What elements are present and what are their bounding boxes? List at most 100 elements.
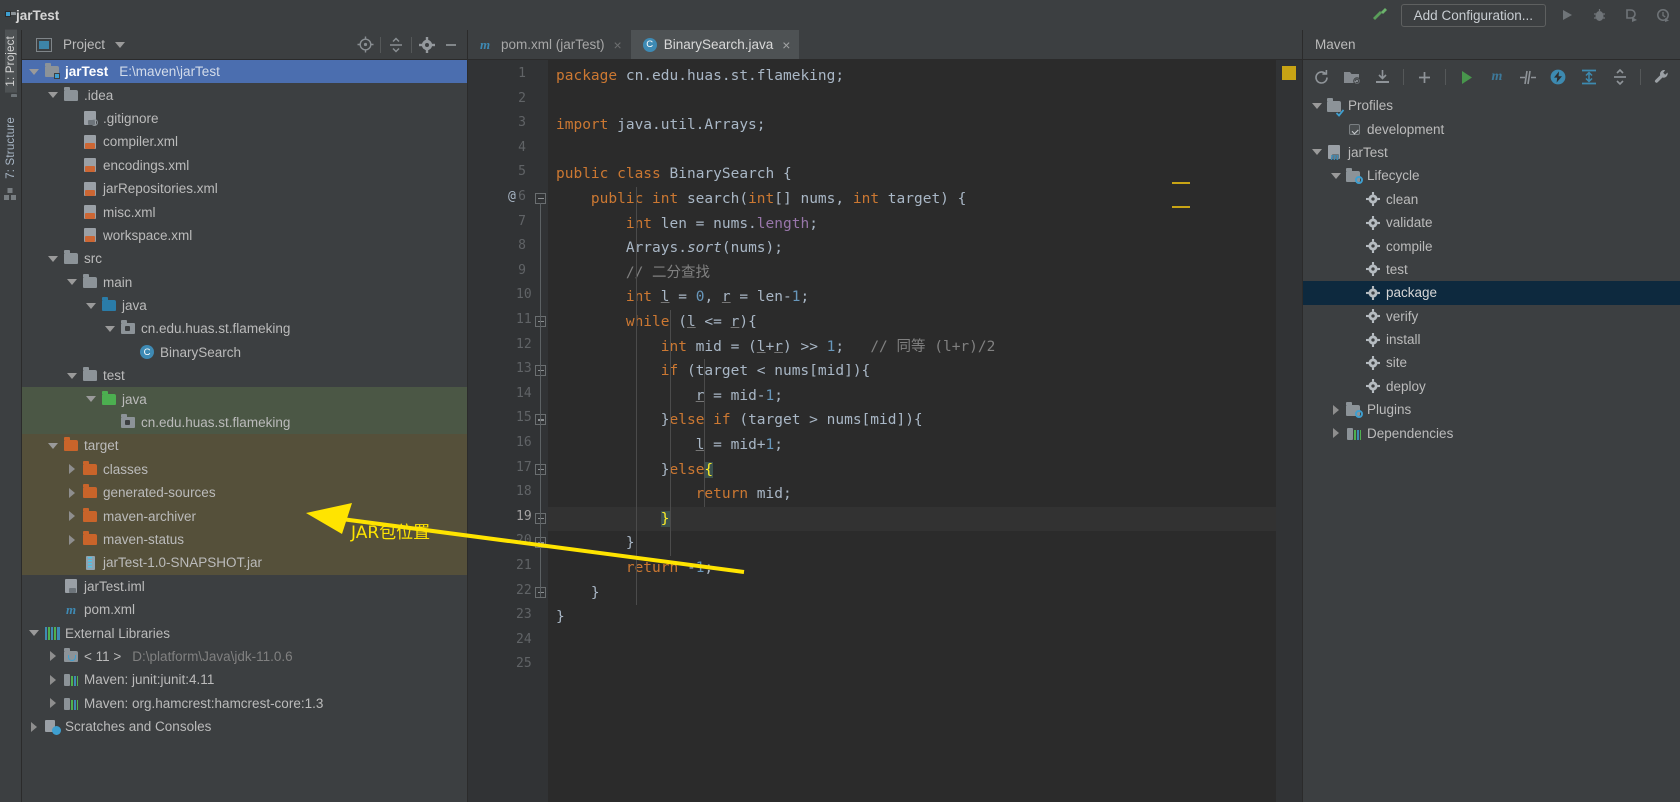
chevron-right-icon[interactable] <box>28 721 39 732</box>
project-tree-node[interactable]: jarTest-1.0-SNAPSHOT.jar <box>22 551 467 575</box>
chevron-down-icon[interactable] <box>66 277 77 288</box>
maven-tree-node[interactable]: clean <box>1303 188 1680 211</box>
project-tree-node[interactable]: m pom.xml <box>22 598 467 621</box>
project-tree-node[interactable]: misc.xml <box>22 200 467 223</box>
chevron-right-icon[interactable] <box>66 511 77 522</box>
project-tree[interactable]: jarTest E:\maven\jarTest .idea .gitignore co… <box>22 60 467 802</box>
maven-tree-node[interactable]: Profiles <box>1303 94 1680 117</box>
project-tree-node[interactable]: workspace.xml <box>22 224 467 247</box>
chevron-down-icon[interactable] <box>1311 100 1322 111</box>
chevron-down-icon[interactable] <box>1330 170 1341 181</box>
code-line[interactable]: } <box>548 605 1276 630</box>
code-line[interactable]: if (target < nums[mid]){ <box>548 359 1276 384</box>
chevron-right-icon[interactable] <box>66 464 77 475</box>
maven-tree-node[interactable]: verify <box>1303 305 1680 328</box>
code-line[interactable] <box>548 630 1276 655</box>
build-hammer-icon[interactable] <box>1369 4 1391 26</box>
override-method-gutter-icon[interactable]: @ <box>508 189 516 204</box>
project-tree-node[interactable]: C BinarySearch <box>22 341 467 364</box>
inspection-status-marker[interactable] <box>1282 66 1296 80</box>
reload-icon[interactable] <box>1307 64 1336 90</box>
code-line[interactable]: }else{ <box>548 458 1276 483</box>
chevron-down-icon[interactable] <box>104 323 115 334</box>
sidebar-tab-project[interactable]: 1: Project <box>4 30 17 93</box>
project-tree-node[interactable]: src <box>22 247 467 270</box>
hide-minus-icon[interactable] <box>439 33 463 57</box>
code-line[interactable] <box>548 89 1276 114</box>
project-tree-node[interactable]: .idea <box>22 83 467 106</box>
code-line[interactable]: int len = nums.length; <box>548 212 1276 237</box>
chevron-right-icon[interactable] <box>66 534 77 545</box>
maven-tree[interactable]: Profiles development m jarTest Lifecycle clea… <box>1303 94 1680 802</box>
code-line[interactable]: r = mid-1; <box>548 384 1276 409</box>
maven-tree-node[interactable]: site <box>1303 351 1680 374</box>
locate-target-icon[interactable] <box>353 33 377 57</box>
code-line[interactable]: public class BinarySearch { <box>548 162 1276 187</box>
expand-all-icon[interactable] <box>1575 64 1604 90</box>
settings-gear-icon[interactable] <box>415 33 439 57</box>
code-folding-gutter[interactable] <box>532 60 548 802</box>
project-tree-node[interactable]: .gitignore <box>22 107 467 130</box>
run-icon[interactable] <box>1556 4 1578 26</box>
code-area[interactable]: package cn.edu.huas.st.flameking; import … <box>548 60 1276 802</box>
chevron-down-icon[interactable] <box>47 253 58 264</box>
project-tree-node[interactable]: jarTest E:\maven\jarTest <box>22 60 467 84</box>
project-tree-node[interactable]: cn.edu.huas.st.flameking <box>22 410 467 435</box>
chevron-right-icon[interactable] <box>47 651 58 662</box>
chevron-right-icon[interactable] <box>47 674 58 685</box>
maven-tree-node[interactable]: Lifecycle <box>1303 164 1680 187</box>
code-line[interactable]: import java.util.Arrays; <box>548 113 1276 138</box>
project-tree-node[interactable]: Maven: org.hamcrest:hamcrest-core:1.3 <box>22 692 467 715</box>
maven-tree-node[interactable]: deploy <box>1303 375 1680 398</box>
plus-icon[interactable] <box>1410 64 1439 90</box>
editor-tab-binarysearch[interactable]: C BinarySearch.java × <box>630 30 800 59</box>
close-icon[interactable]: × <box>779 38 790 52</box>
project-tree-node[interactable]: < 11 > D:\platform\Java\jdk-11.0.6 <box>22 645 467 668</box>
chevron-down-icon[interactable] <box>47 440 58 451</box>
code-line[interactable]: l = mid+1; <box>548 433 1276 458</box>
chevron-down-icon[interactable] <box>66 370 77 381</box>
project-tree-node[interactable]: target <box>22 434 467 458</box>
code-line[interactable]: } <box>548 531 1276 556</box>
editor-markers-gutter[interactable] <box>1276 60 1302 802</box>
project-tree-node[interactable]: generated-sources <box>22 481 467 505</box>
code-line[interactable]: return mid; <box>548 482 1276 507</box>
code-line[interactable]: return -1; <box>548 556 1276 581</box>
project-tree-node[interactable]: jarRepositories.xml <box>22 177 467 200</box>
editor-tab-bar[interactable]: m pom.xml (jarTest) × C BinarySearch.java × <box>468 30 1302 60</box>
maven-tree-node[interactable]: validate <box>1303 211 1680 234</box>
maven-m-icon[interactable]: m <box>1483 64 1512 90</box>
add-configuration-button[interactable]: Add Configuration... <box>1400 3 1546 27</box>
project-tree-node[interactable]: jarTest.iml <box>22 575 467 598</box>
project-tree-node[interactable]: External Libraries <box>22 621 467 644</box>
chevron-down-icon[interactable] <box>47 90 58 101</box>
add-managed-project-icon[interactable] <box>1338 64 1367 90</box>
execute-goal-icon[interactable] <box>1452 64 1481 90</box>
chevron-down-icon[interactable] <box>85 394 96 405</box>
code-line[interactable]: package cn.edu.huas.st.flameking; <box>548 64 1276 89</box>
code-line[interactable] <box>548 138 1276 163</box>
offline-mode-icon[interactable] <box>1544 64 1573 90</box>
profiler-icon[interactable] <box>1652 4 1674 26</box>
code-line[interactable] <box>548 654 1276 679</box>
chevron-down-icon[interactable] <box>85 300 96 311</box>
project-tree-node[interactable]: java <box>22 294 467 317</box>
chevron-right-icon[interactable] <box>1330 428 1341 439</box>
code-line[interactable]: int mid = (l+r) >> 1; // 同等 (l+r)/2 <box>548 335 1276 360</box>
chevron-right-icon[interactable] <box>1330 404 1341 415</box>
chevron-down-icon[interactable] <box>28 628 39 639</box>
settings-wrench-icon[interactable] <box>1647 64 1676 90</box>
chevron-down-icon[interactable] <box>28 66 39 77</box>
code-line[interactable]: while (l <= r){ <box>548 310 1276 335</box>
collapse-all-icon[interactable] <box>1606 64 1635 90</box>
sidebar-tab-structure[interactable]: 7: Structure <box>5 111 17 185</box>
chevron-down-icon[interactable] <box>1311 147 1322 158</box>
code-line[interactable]: int l = 0, r = len-1; <box>548 285 1276 310</box>
code-line[interactable]: } <box>548 507 1276 532</box>
code-line[interactable]: } <box>548 581 1276 606</box>
code-line[interactable]: Arrays.sort(nums); <box>548 236 1276 261</box>
chevron-right-icon[interactable] <box>47 698 58 709</box>
chevron-right-icon[interactable] <box>66 487 77 498</box>
project-tree-node[interactable]: classes <box>22 457 467 482</box>
chevron-down-icon[interactable] <box>115 41 126 48</box>
